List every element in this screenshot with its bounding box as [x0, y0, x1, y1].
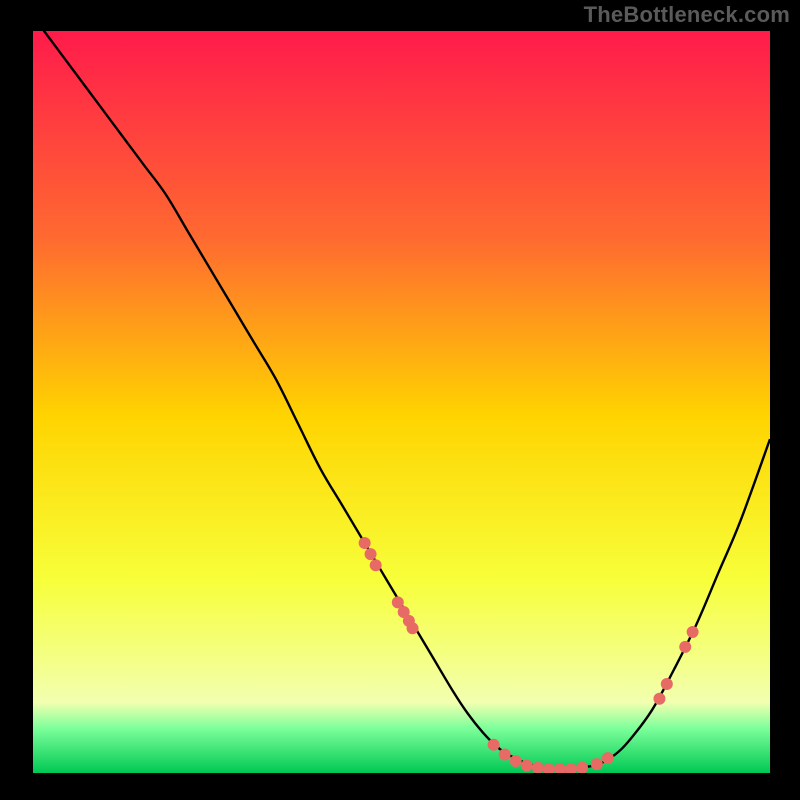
data-point	[554, 763, 566, 775]
data-point	[488, 739, 500, 751]
data-point	[576, 762, 588, 774]
bottleneck-chart	[0, 0, 800, 800]
data-point	[653, 693, 665, 705]
data-point	[359, 537, 371, 549]
data-point	[499, 748, 511, 760]
data-point	[565, 763, 577, 775]
data-point	[521, 760, 533, 772]
gradient-background	[33, 31, 770, 773]
data-point	[532, 762, 544, 774]
data-point	[510, 755, 522, 767]
data-point	[687, 626, 699, 638]
data-point	[591, 758, 603, 770]
data-point	[679, 641, 691, 653]
chart-stage: TheBottleneck.com	[0, 0, 800, 800]
data-point	[370, 559, 382, 571]
data-point	[407, 622, 419, 634]
data-point	[602, 752, 614, 764]
data-point	[661, 678, 673, 690]
data-point	[365, 548, 377, 560]
data-point	[543, 763, 555, 775]
